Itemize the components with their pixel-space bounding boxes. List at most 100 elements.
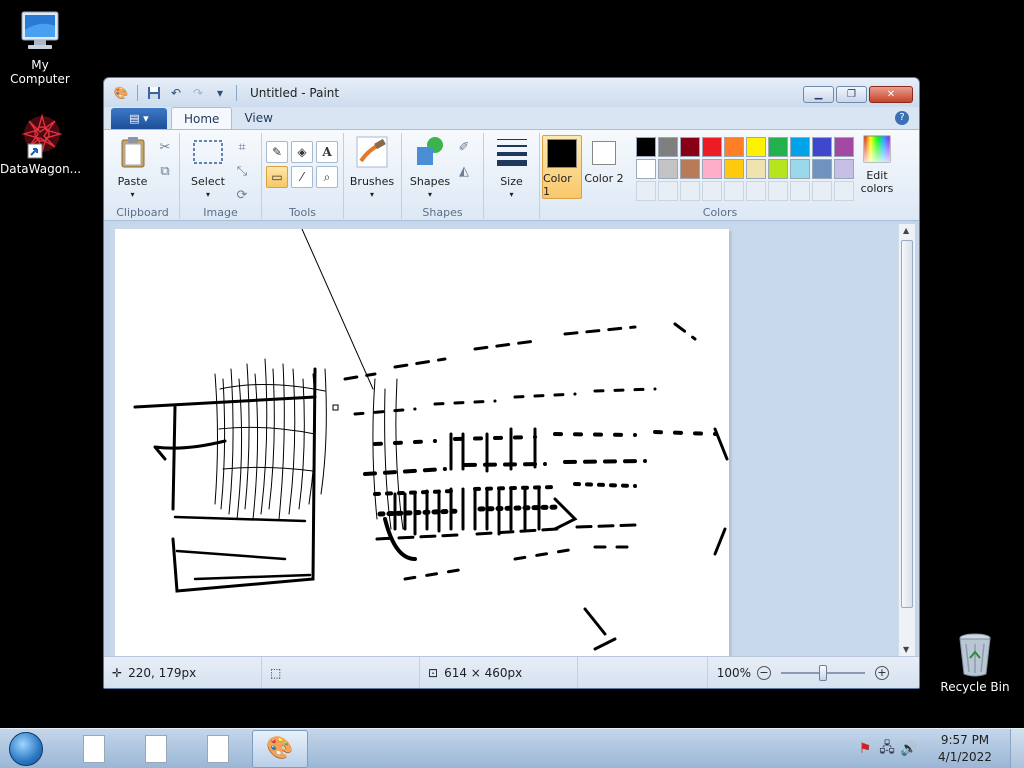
save-icon[interactable] — [145, 84, 163, 102]
taskbar-item[interactable] — [66, 730, 122, 768]
restore-icon: ❐ — [847, 89, 856, 100]
desktop-icon-recycle-bin[interactable]: Recycle Bin — [935, 630, 1015, 694]
palette-swatch[interactable] — [635, 137, 656, 157]
palette-swatch[interactable] — [833, 137, 854, 157]
cut-icon[interactable]: ✂ — [155, 137, 175, 157]
taskbar-item[interactable] — [190, 730, 246, 768]
palette-swatch[interactable] — [635, 159, 656, 179]
size-button[interactable]: Size ▾ — [488, 135, 535, 201]
redo-icon[interactable]: ↷ — [189, 84, 207, 102]
cursor-position: ✛ 220, 179px — [104, 657, 262, 688]
clock[interactable]: 9:57 PM 4/1/2022 — [920, 732, 1010, 766]
zoom-in-button[interactable]: + — [875, 665, 889, 680]
action-center-flag-icon[interactable]: ⚑ — [854, 741, 876, 757]
brushes-button[interactable]: Brushes ▾ — [348, 135, 396, 201]
palette-swatch-custom[interactable] — [767, 181, 788, 201]
palette-swatch[interactable] — [701, 159, 722, 179]
palette-swatch[interactable] — [723, 159, 744, 179]
vertical-scrollbar[interactable]: ▲ ▼ — [898, 224, 915, 656]
close-button[interactable]: ✕ — [869, 86, 913, 103]
palette-swatch[interactable] — [679, 137, 700, 157]
palette-swatch[interactable] — [657, 137, 678, 157]
desktop-icon-my-computer[interactable]: My Computer — [0, 8, 80, 86]
shapes-button[interactable]: Shapes ▾ — [406, 135, 454, 201]
recycle-bin-icon — [951, 630, 999, 678]
tab-view[interactable]: View — [232, 107, 284, 129]
pencil-icon[interactable]: ✎ — [266, 141, 288, 163]
eraser-icon[interactable]: ▭ — [266, 166, 288, 188]
palette-swatch[interactable] — [789, 137, 810, 157]
zoom-out-button[interactable]: − — [757, 665, 771, 680]
colors-group: Color 1 Color 2 Edit colors Colors — [540, 133, 900, 219]
palette-swatch[interactable] — [745, 159, 766, 179]
paint-app-icon[interactable]: 🎨 — [112, 84, 130, 102]
palette-swatch-custom[interactable] — [833, 181, 854, 201]
palette-swatch[interactable] — [767, 137, 788, 157]
help-icon[interactable]: ? — [895, 111, 909, 125]
drawing-canvas[interactable] — [115, 228, 729, 656]
scrollbar-thumb[interactable] — [901, 240, 913, 608]
fill-bucket-icon[interactable]: ◈ — [291, 141, 313, 163]
customize-toolbar-chevron-icon[interactable]: ▾ — [211, 84, 229, 102]
group-label: Image — [203, 206, 238, 219]
edit-colors-button[interactable]: Edit colors — [858, 135, 896, 195]
rotate-icon[interactable]: ⟳ — [232, 185, 252, 205]
color2-button[interactable]: Color 2 — [584, 135, 624, 199]
fill-icon[interactable]: ◭ — [454, 161, 474, 181]
crop-icon[interactable]: ⌗ — [232, 137, 252, 157]
magnifier-icon[interactable]: ⌕ — [316, 166, 338, 188]
taskbar-item-paint[interactable]: 🎨 — [252, 729, 308, 768]
palette-swatch[interactable] — [701, 137, 722, 157]
palette-swatch[interactable] — [811, 159, 832, 179]
palette-swatch[interactable] — [789, 159, 810, 179]
text-tool-icon[interactable]: A — [316, 141, 338, 163]
zoom-slider[interactable] — [781, 664, 865, 681]
shapes-group: Shapes ▾ ✐ ◭ Shapes — [402, 133, 484, 219]
shapes-icon — [413, 135, 447, 169]
scroll-down-icon[interactable]: ▼ — [903, 645, 909, 654]
palette-swatch-custom[interactable] — [679, 181, 700, 201]
zoom-slider-thumb[interactable] — [819, 664, 827, 681]
outline-icon[interactable]: ✐ — [454, 137, 474, 157]
palette-swatch[interactable] — [833, 159, 854, 179]
divider — [137, 84, 138, 101]
taskbar-item[interactable] — [128, 730, 184, 768]
palette-swatch[interactable] — [767, 159, 788, 179]
palette-swatch-custom[interactable] — [701, 181, 722, 201]
palette-swatch-custom[interactable] — [745, 181, 766, 201]
palette-swatch[interactable] — [679, 159, 700, 179]
resize-icon[interactable]: ⤡ — [232, 161, 252, 181]
color-picker-icon[interactable]: ⁄ — [291, 166, 313, 188]
color1-button[interactable]: Color 1 — [542, 135, 583, 199]
palette-swatch[interactable] — [657, 159, 678, 179]
file-menu-button[interactable]: ▤ ▾ — [111, 108, 167, 129]
palette-swatch-custom[interactable] — [811, 181, 832, 201]
palette-swatch-custom[interactable] — [789, 181, 810, 201]
show-desktop-button[interactable] — [1010, 729, 1024, 768]
chevron-down-icon: ▾ — [130, 190, 135, 199]
paint-window[interactable]: 🎨 ↶ ↷ ▾ Untitled - Paint ▁ ❐ ✕ ▤ ▾ Home … — [103, 77, 920, 689]
divider — [236, 84, 237, 101]
copy-icon[interactable]: ⧉ — [155, 161, 175, 181]
title-bar[interactable]: 🎨 ↶ ↷ ▾ Untitled - Paint ▁ ❐ ✕ — [104, 78, 919, 107]
palette-swatch-custom[interactable] — [723, 181, 744, 201]
minimize-button[interactable]: ▁ — [803, 86, 834, 103]
start-button[interactable] — [6, 729, 46, 768]
paste-button[interactable]: Paste ▾ — [110, 135, 155, 201]
select-button[interactable]: Select ▾ — [184, 135, 232, 201]
scroll-up-icon[interactable]: ▲ — [903, 226, 909, 235]
palette-swatch[interactable] — [723, 137, 744, 157]
tab-home[interactable]: Home — [171, 107, 233, 129]
brushes-label: Brushes — [349, 175, 395, 188]
palette-swatch[interactable] — [811, 137, 832, 157]
palette-swatch-custom[interactable] — [657, 181, 678, 201]
palette-swatch[interactable] — [745, 137, 766, 157]
desktop-icon-datawagon[interactable]: DataWagon... — [0, 112, 81, 176]
palette-swatch-custom[interactable] — [635, 181, 656, 201]
document-icon — [145, 734, 167, 763]
volume-icon[interactable]: 🔊 — [898, 741, 920, 757]
paste-label: Paste — [117, 175, 148, 188]
undo-icon[interactable]: ↶ — [167, 84, 185, 102]
maximize-button[interactable]: ❐ — [836, 86, 867, 103]
network-icon[interactable]: 🖧 — [876, 737, 898, 761]
